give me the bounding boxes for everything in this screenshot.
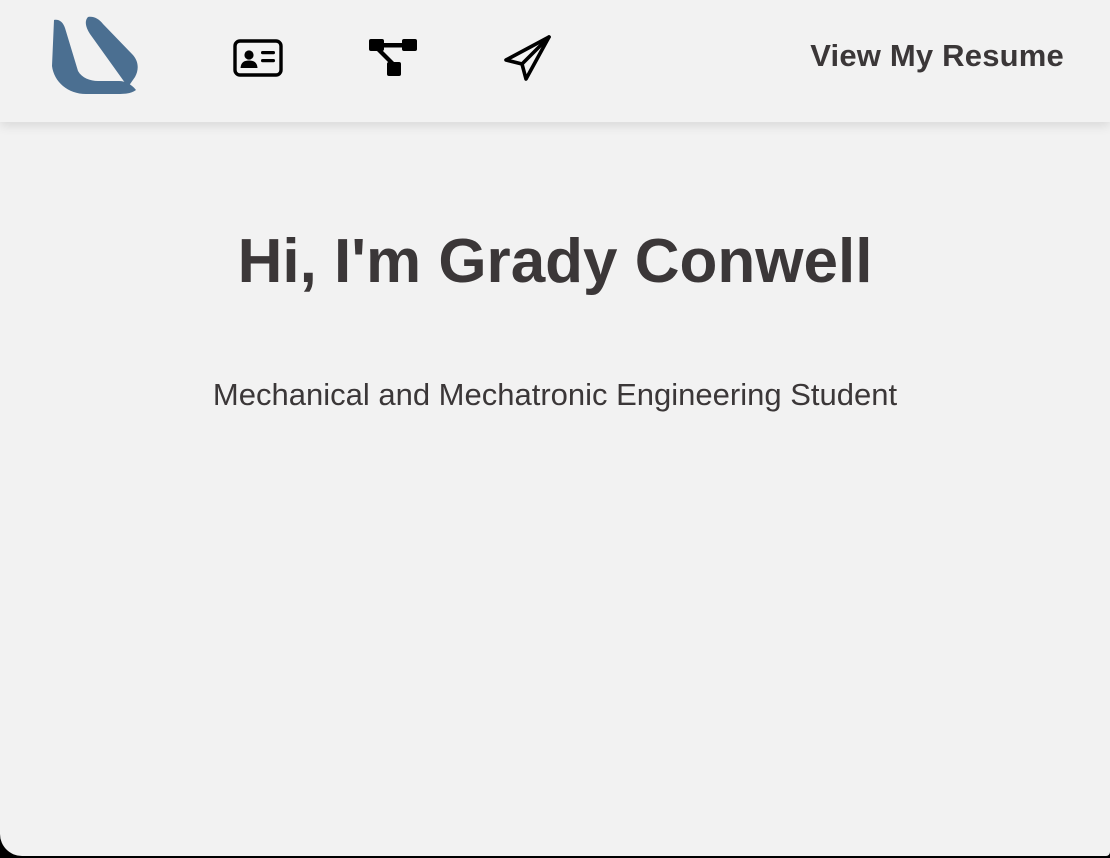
project-tree-icon-graphic xyxy=(369,39,417,76)
hero-section: Hi, I'm Grady Conwell Mechanical and Mec… xyxy=(0,122,1110,856)
page: View My Resume Hi, I'm Grady Conwell Mec… xyxy=(0,0,1110,856)
hero-title: Hi, I'm Grady Conwell xyxy=(237,227,873,296)
view-resume-link[interactable]: View My Resume xyxy=(810,38,1064,74)
navbar: View My Resume xyxy=(0,0,1110,122)
id-card-icon-graphic xyxy=(233,39,283,77)
id-card-icon[interactable] xyxy=(232,34,284,82)
project-tree-icon[interactable] xyxy=(367,34,419,82)
paper-plane-icon[interactable] xyxy=(502,34,554,82)
paper-plane-icon-graphic xyxy=(504,35,551,81)
brand-logo-icon-graphic xyxy=(52,16,138,94)
hero-subtitle: Mechanical and Mechatronic Engineering S… xyxy=(212,377,898,412)
brand-logo-icon[interactable] xyxy=(48,14,140,94)
